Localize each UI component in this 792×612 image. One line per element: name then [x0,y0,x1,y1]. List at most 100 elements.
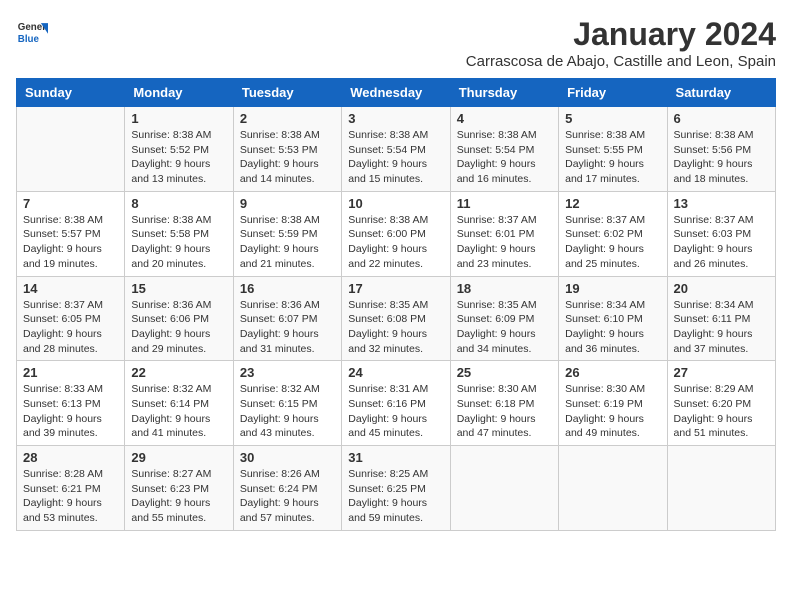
day-detail: Sunrise: 8:37 AM Sunset: 6:01 PM Dayligh… [457,213,552,272]
day-cell: 27Sunrise: 8:29 AM Sunset: 6:20 PM Dayli… [667,361,775,446]
day-detail: Sunrise: 8:38 AM Sunset: 5:57 PM Dayligh… [23,213,118,272]
day-cell [667,446,775,531]
day-detail: Sunrise: 8:30 AM Sunset: 6:18 PM Dayligh… [457,382,552,441]
day-number: 9 [240,196,335,211]
day-detail: Sunrise: 8:38 AM Sunset: 6:00 PM Dayligh… [348,213,443,272]
day-detail: Sunrise: 8:25 AM Sunset: 6:25 PM Dayligh… [348,467,443,526]
day-cell [450,446,558,531]
day-number: 24 [348,365,443,380]
day-number: 13 [674,196,769,211]
day-number: 25 [457,365,552,380]
day-number: 16 [240,281,335,296]
week-row-2: 7 Sunrise: 8:38 AM Sunset: 5:57 PM Daylig… [17,191,776,276]
day-number: 29 [131,450,226,465]
column-header-friday: Friday [559,79,667,107]
day-cell: 9 Sunrise: 8:38 AM Sunset: 5:59 PM Daylig… [233,191,341,276]
column-header-row: SundayMondayTuesdayWednesdayThursdayFrid… [17,79,776,107]
day-cell: 11 Sunrise: 8:37 AM Sunset: 6:01 PM Dayli… [450,191,558,276]
day-number: 2 [240,111,335,126]
day-number: 11 [457,196,552,211]
day-cell: 15Sunrise: 8:36 AM Sunset: 6:06 PM Dayli… [125,276,233,361]
column-header-sunday: Sunday [17,79,125,107]
day-cell: 8 Sunrise: 8:38 AM Sunset: 5:58 PM Daylig… [125,191,233,276]
day-detail: Sunrise: 8:37 AM Sunset: 6:03 PM Dayligh… [674,213,769,272]
day-cell: 28Sunrise: 8:28 AM Sunset: 6:21 PM Dayli… [17,446,125,531]
day-cell: 5Sunrise: 8:38 AM Sunset: 5:55 PM Daylig… [559,107,667,192]
day-detail: Sunrise: 8:27 AM Sunset: 6:23 PM Dayligh… [131,467,226,526]
day-detail: Sunrise: 8:36 AM Sunset: 6:07 PM Dayligh… [240,298,335,357]
day-cell: 17 Sunrise: 8:35 AM Sunset: 6:08 PM Dayli… [342,276,450,361]
week-row-1: 1 Sunrise: 8:38 AM Sunset: 5:52 PM Daylig… [17,107,776,192]
day-number: 15 [131,281,226,296]
day-number: 8 [131,196,226,211]
day-detail: Sunrise: 8:32 AM Sunset: 6:14 PM Dayligh… [131,382,226,441]
day-number: 17 [348,281,443,296]
day-detail: Sunrise: 8:37 AM Sunset: 6:05 PM Dayligh… [23,298,118,357]
day-cell: 10 Sunrise: 8:38 AM Sunset: 6:00 PM Dayli… [342,191,450,276]
day-cell: 31 Sunrise: 8:25 AM Sunset: 6:25 PM Dayli… [342,446,450,531]
day-detail: Sunrise: 8:38 AM Sunset: 5:53 PM Dayligh… [240,128,335,187]
day-number: 31 [348,450,443,465]
day-cell: 19Sunrise: 8:34 AM Sunset: 6:10 PM Dayli… [559,276,667,361]
day-cell: 30 Sunrise: 8:26 AM Sunset: 6:24 PM Dayli… [233,446,341,531]
day-cell: 22 Sunrise: 8:32 AM Sunset: 6:14 PM Dayli… [125,361,233,446]
logo: General Blue [16,16,48,48]
day-number: 20 [674,281,769,296]
day-number: 1 [131,111,226,126]
day-detail: Sunrise: 8:26 AM Sunset: 6:24 PM Dayligh… [240,467,335,526]
day-cell: 2 Sunrise: 8:38 AM Sunset: 5:53 PM Daylig… [233,107,341,192]
day-number: 10 [348,196,443,211]
calendar-body: 1 Sunrise: 8:38 AM Sunset: 5:52 PM Daylig… [17,107,776,531]
day-cell: 26 Sunrise: 8:30 AM Sunset: 6:19 PM Dayli… [559,361,667,446]
day-detail: Sunrise: 8:34 AM Sunset: 6:11 PM Dayligh… [674,298,769,357]
day-number: 21 [23,365,118,380]
week-row-5: 28Sunrise: 8:28 AM Sunset: 6:21 PM Dayli… [17,446,776,531]
day-detail: Sunrise: 8:30 AM Sunset: 6:19 PM Dayligh… [565,382,660,441]
day-cell: 18 Sunrise: 8:35 AM Sunset: 6:09 PM Dayli… [450,276,558,361]
day-detail: Sunrise: 8:38 AM Sunset: 5:52 PM Dayligh… [131,128,226,187]
day-detail: Sunrise: 8:35 AM Sunset: 6:08 PM Dayligh… [348,298,443,357]
day-cell: 7 Sunrise: 8:38 AM Sunset: 5:57 PM Daylig… [17,191,125,276]
week-row-3: 14 Sunrise: 8:37 AM Sunset: 6:05 PM Dayli… [17,276,776,361]
page-header: General Blue January 2024 Carrascosa de … [16,16,776,70]
day-number: 18 [457,281,552,296]
calendar-table: SundayMondayTuesdayWednesdayThursdayFrid… [16,78,776,531]
day-detail: Sunrise: 8:35 AM Sunset: 6:09 PM Dayligh… [457,298,552,357]
column-header-monday: Monday [125,79,233,107]
day-number: 27 [674,365,769,380]
day-cell: 12Sunrise: 8:37 AM Sunset: 6:02 PM Dayli… [559,191,667,276]
title-block: January 2024 Carrascosa de Abajo, Castil… [466,16,776,70]
logo-icon: General Blue [16,16,48,48]
day-detail: Sunrise: 8:38 AM Sunset: 5:59 PM Dayligh… [240,213,335,272]
day-detail: Sunrise: 8:38 AM Sunset: 5:58 PM Dayligh… [131,213,226,272]
day-number: 7 [23,196,118,211]
column-header-thursday: Thursday [450,79,558,107]
day-detail: Sunrise: 8:34 AM Sunset: 6:10 PM Dayligh… [565,298,660,357]
day-detail: Sunrise: 8:38 AM Sunset: 5:54 PM Dayligh… [457,128,552,187]
day-number: 23 [240,365,335,380]
day-number: 28 [23,450,118,465]
day-cell: 24 Sunrise: 8:31 AM Sunset: 6:16 PM Dayli… [342,361,450,446]
day-cell: 4Sunrise: 8:38 AM Sunset: 5:54 PM Daylig… [450,107,558,192]
day-detail: Sunrise: 8:33 AM Sunset: 6:13 PM Dayligh… [23,382,118,441]
day-detail: Sunrise: 8:32 AM Sunset: 6:15 PM Dayligh… [240,382,335,441]
day-cell: 3 Sunrise: 8:38 AM Sunset: 5:54 PM Daylig… [342,107,450,192]
day-number: 26 [565,365,660,380]
day-cell [559,446,667,531]
day-number: 22 [131,365,226,380]
day-cell: 1 Sunrise: 8:38 AM Sunset: 5:52 PM Daylig… [125,107,233,192]
day-number: 12 [565,196,660,211]
column-header-tuesday: Tuesday [233,79,341,107]
day-detail: Sunrise: 8:38 AM Sunset: 5:54 PM Dayligh… [348,128,443,187]
day-cell: 29 Sunrise: 8:27 AM Sunset: 6:23 PM Dayli… [125,446,233,531]
week-row-4: 21 Sunrise: 8:33 AM Sunset: 6:13 PM Dayli… [17,361,776,446]
day-number: 6 [674,111,769,126]
day-cell: 14 Sunrise: 8:37 AM Sunset: 6:05 PM Dayli… [17,276,125,361]
day-detail: Sunrise: 8:31 AM Sunset: 6:16 PM Dayligh… [348,382,443,441]
day-cell: 23 Sunrise: 8:32 AM Sunset: 6:15 PM Dayli… [233,361,341,446]
day-number: 30 [240,450,335,465]
day-number: 3 [348,111,443,126]
day-detail: Sunrise: 8:38 AM Sunset: 5:56 PM Dayligh… [674,128,769,187]
day-number: 14 [23,281,118,296]
day-cell: 25 Sunrise: 8:30 AM Sunset: 6:18 PM Dayli… [450,361,558,446]
